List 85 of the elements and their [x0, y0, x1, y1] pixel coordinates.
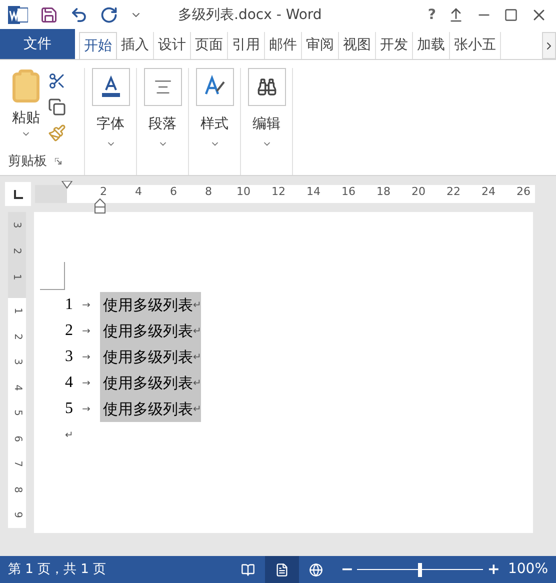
ruler-number: 8	[204, 186, 213, 198]
cut-icon[interactable]	[48, 72, 66, 90]
ribbon-tab[interactable]: 加载	[413, 32, 450, 59]
ribbon-tab[interactable]: 开始	[79, 32, 117, 59]
read-mode-icon	[240, 562, 255, 576]
ruler-number: 3	[10, 222, 24, 228]
list-text[interactable]: 使用多级列表↵	[100, 396, 202, 422]
zoom-thumb[interactable]	[418, 562, 422, 576]
undo-icon[interactable]	[70, 6, 88, 24]
paste-button[interactable]: 粘贴	[12, 108, 40, 129]
ribbon-tab[interactable]: 审阅	[302, 32, 339, 59]
zoom-in-button[interactable]: +	[487, 558, 500, 581]
window-title: 多级列表.docx - Word	[178, 6, 322, 24]
help-button[interactable]: ?	[428, 4, 436, 26]
format-painter-icon[interactable]	[48, 124, 66, 142]
list-number: 3	[65, 347, 74, 367]
ruler-number: 2	[10, 248, 24, 254]
ruler-number: 2	[10, 333, 24, 340]
tab-stop-icon[interactable]	[14, 190, 22, 198]
ruler-number: 26	[516, 186, 532, 198]
ruler-number: 1	[10, 274, 24, 280]
page-info: 第 1 页，共 1 页	[8, 560, 106, 579]
view-button[interactable]	[264, 556, 299, 583]
hanging-indent-icon[interactable]	[94, 198, 106, 214]
group-label: 剪贴板	[8, 152, 47, 170]
tab-arrow: →	[82, 376, 92, 390]
ruler-number: 24	[480, 186, 496, 198]
save-icon[interactable]	[40, 6, 58, 24]
tab-arrow: →	[82, 298, 92, 312]
print-layout-icon	[274, 562, 289, 576]
list-text[interactable]: 使用多级列表↵	[100, 370, 202, 396]
ruler-number: 20	[410, 186, 426, 198]
ribbon-tab[interactable]: 邮件	[265, 32, 302, 59]
ruler-number: 3	[10, 358, 24, 365]
ruler-number: 2	[99, 186, 108, 198]
word-logo-icon	[8, 6, 28, 24]
tab-selector-button[interactable]	[5, 182, 31, 206]
margin-corner-mark	[40, 262, 65, 290]
paragraph-mark: ↵	[65, 428, 74, 442]
ruler-number: 10	[236, 186, 252, 198]
ruler-number: 12	[270, 186, 286, 198]
list-number: 5	[65, 399, 74, 419]
ruler-number: 22	[446, 186, 462, 198]
ruler-number: 6	[169, 186, 178, 198]
scroll-tabs-button[interactable]	[542, 32, 556, 59]
dialog-launcher-icon[interactable]	[55, 158, 62, 165]
ribbon-tab[interactable]: 引用	[228, 32, 265, 59]
redo-icon[interactable]	[100, 6, 118, 24]
indent-marker-icon[interactable]	[61, 181, 73, 189]
web-layout-icon	[308, 562, 323, 576]
ruler-number: 16	[340, 186, 356, 198]
ruler-number: 4	[10, 384, 24, 390]
ribbon-tab[interactable]: 设计	[154, 32, 191, 59]
ruler-number: 9	[10, 512, 24, 518]
tab-arrow: →	[82, 350, 92, 364]
list-text[interactable]: 使用多级列表↵	[100, 318, 202, 344]
ruler-number: 18	[376, 186, 392, 198]
list-number: 1	[65, 295, 74, 315]
ribbon-display-icon[interactable]	[448, 7, 464, 23]
maximize-icon[interactable]	[504, 8, 518, 22]
list-text[interactable]: 使用多级列表↵	[100, 344, 202, 370]
tab-arrow: →	[82, 402, 92, 416]
tab-arrow: →	[82, 324, 92, 338]
ribbon-tab[interactable]: 开发	[376, 32, 413, 59]
list-number: 2	[65, 321, 74, 341]
copy-icon[interactable]	[48, 98, 66, 116]
list-text[interactable]: 使用多级列表↵	[100, 292, 202, 318]
list-number: 4	[65, 373, 74, 393]
ruler-number: 5	[10, 410, 24, 416]
ribbon-tab[interactable]: 页面	[191, 32, 228, 59]
ruler-margin	[35, 185, 67, 203]
ruler-number: 14	[306, 186, 322, 198]
ruler-number: 7	[10, 460, 24, 467]
file-tab[interactable]: 文件	[0, 29, 75, 59]
ruler-number: 8	[10, 486, 24, 492]
zoom-out-button[interactable]: −	[340, 558, 354, 581]
ruler-number: 4	[134, 186, 143, 198]
ribbon-tab[interactable]: 插入	[117, 32, 154, 59]
ribbon-tab[interactable]: 视图	[339, 32, 376, 59]
zoom-slider[interactable]	[357, 562, 484, 576]
ribbon-tab[interactable]: 张小五	[450, 32, 501, 59]
zoom-level[interactable]: 100%	[508, 559, 548, 580]
binoculars-icon	[256, 77, 276, 97]
ruler-number: 1	[10, 308, 24, 314]
ruler-number: 6	[10, 435, 24, 442]
